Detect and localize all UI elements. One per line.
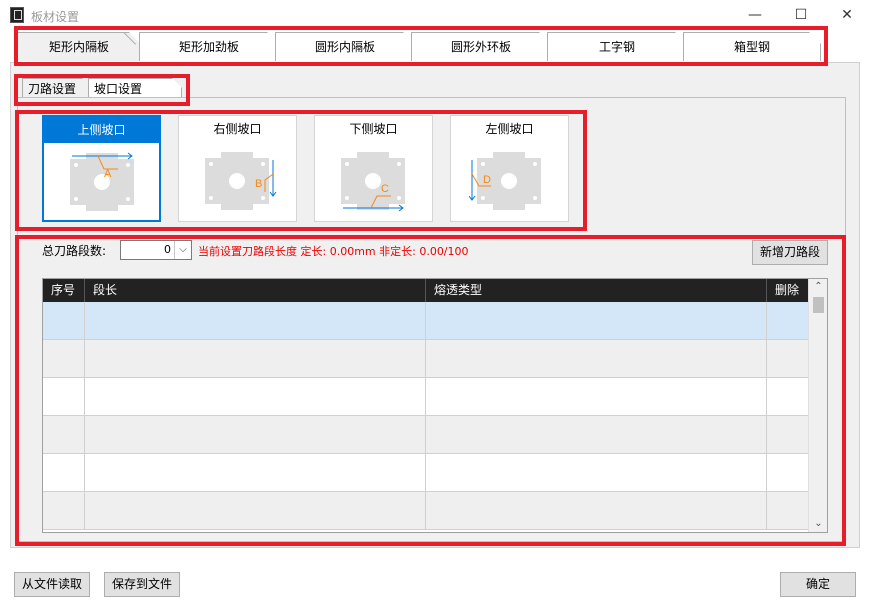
- chevron-down-icon[interactable]: ⌵: [174, 241, 191, 259]
- bevel-right-card[interactable]: 右侧坡口 B: [178, 115, 297, 222]
- tab-box-beam[interactable]: 箱型钢: [683, 32, 821, 61]
- table-row[interactable]: [43, 454, 808, 492]
- title-bar: 板材设置 — ☐ ✕: [0, 0, 870, 30]
- bevel-top-label: 上侧坡口: [44, 117, 159, 143]
- total-segments-value: 0: [164, 243, 171, 256]
- bevel-letter-a: A: [104, 168, 112, 180]
- bevel-bottom-label: 下侧坡口: [349, 122, 398, 136]
- col-penetration-type[interactable]: 熔透类型: [426, 279, 767, 302]
- close-button[interactable]: ✕: [824, 0, 870, 30]
- tab-i-beam[interactable]: 工字钢: [547, 32, 687, 61]
- bevel-letter-c: C: [381, 183, 389, 195]
- tab-round-inner-plate[interactable]: 圆形内隔板: [275, 32, 415, 61]
- minimize-button[interactable]: —: [732, 0, 778, 30]
- tab-round-outer-ring[interactable]: 圆形外环板: [411, 32, 551, 61]
- read-from-file-button[interactable]: 从文件读取: [14, 572, 90, 597]
- ok-button[interactable]: 确定: [780, 572, 856, 597]
- table-header: 序号 段长 熔透类型 删除: [43, 279, 808, 302]
- col-delete[interactable]: 删除: [767, 279, 808, 302]
- total-segments-label: 总刀路段数:: [42, 244, 107, 258]
- table-row[interactable]: [43, 492, 808, 530]
- main-tab-strip: 矩形内隔板 矩形加劲板 圆形内隔板 圆形外环板 工字钢 箱型钢: [17, 32, 824, 61]
- bevel-bottom-diagram: C: [341, 152, 405, 212]
- table-row[interactable]: [43, 416, 808, 454]
- bevel-left-diagram: D: [469, 152, 541, 210]
- bevel-bottom-card[interactable]: 下侧坡口 C: [314, 115, 433, 222]
- col-length[interactable]: 段长: [85, 279, 426, 302]
- scroll-thumb[interactable]: [813, 297, 824, 313]
- bevel-letter-d: D: [483, 174, 491, 186]
- bevel-right-label: 右侧坡口: [213, 122, 262, 136]
- tab-rect-inner-plate[interactable]: 矩形内隔板: [17, 32, 141, 61]
- app-icon: [10, 7, 24, 23]
- scroll-down-icon[interactable]: ⌄: [809, 516, 827, 532]
- table-row[interactable]: [43, 302, 808, 340]
- table-row[interactable]: [43, 340, 808, 378]
- total-segments-spinner[interactable]: 0 ⌵: [120, 240, 192, 260]
- scroll-up-icon[interactable]: ⌃: [809, 279, 827, 295]
- bevel-left-label: 左侧坡口: [485, 122, 534, 136]
- segment-length-info: 当前设置刀路段长度 定长: 0.00mm 非定长: 0.00/100: [198, 245, 469, 258]
- bevel-top-card[interactable]: 上侧坡口 A: [42, 115, 161, 222]
- col-index[interactable]: 序号: [43, 279, 85, 302]
- bevel-right-diagram: B: [205, 152, 277, 210]
- bevel-top-diagram: A: [70, 152, 134, 211]
- maximize-button[interactable]: ☐: [778, 0, 824, 30]
- add-segment-button[interactable]: 新增刀路段: [752, 240, 828, 265]
- table-scrollbar[interactable]: ⌃ ⌄: [808, 279, 827, 532]
- bevel-letter-b: B: [255, 178, 262, 190]
- save-to-file-button[interactable]: 保存到文件: [104, 572, 180, 597]
- window-title: 板材设置: [31, 10, 80, 24]
- table-row[interactable]: [43, 378, 808, 416]
- tab-rect-stiffener[interactable]: 矩形加劲板: [139, 32, 279, 61]
- segments-table: 序号 段长 熔透类型 删除 ⌃ ⌄: [42, 278, 828, 533]
- bevel-left-card[interactable]: 左侧坡口 D: [450, 115, 569, 222]
